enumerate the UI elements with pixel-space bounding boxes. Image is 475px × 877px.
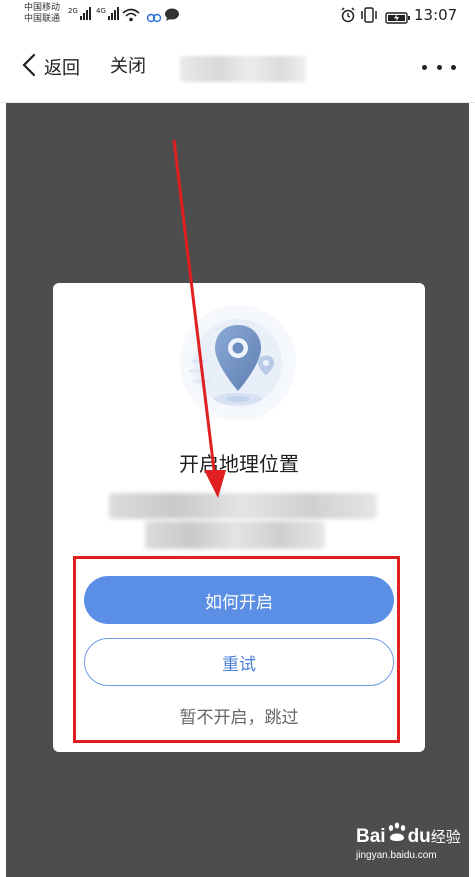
annotation-highlight-box [73, 556, 400, 743]
wifi-icon [122, 7, 140, 26]
back-button[interactable]: 返回 [22, 52, 80, 82]
watermark-label: 经验 [430, 828, 461, 846]
blurred-description-line-2 [145, 521, 325, 549]
carrier-1: 中国移动 [24, 3, 61, 13]
watermark-logo-text: Bai [356, 826, 386, 847]
close-button[interactable]: 关闭 [110, 52, 146, 82]
dialog-title: 开启地理位置 [179, 452, 299, 476]
back-label: 返回 [44, 58, 80, 79]
chat-bubble-icon [164, 7, 180, 26]
carrier-2: 中国联通 [24, 14, 61, 24]
watermark-logo-suffix: du [407, 826, 431, 847]
watermark-url: jingyan.baidu.com [356, 850, 437, 861]
paw-icon [386, 822, 408, 846]
cloud-icon [146, 8, 162, 27]
signal-icon: 2G [68, 7, 92, 20]
status-bar: 中国移动 中国联通 2G 4G 13:07 [0, 0, 475, 34]
right-edge [469, 103, 475, 877]
network-1-label: 2G [68, 7, 78, 15]
more-dots-icon[interactable] [422, 54, 456, 80]
signal-icon: 4G [96, 7, 120, 20]
vibrate-icon [360, 7, 378, 27]
baidu-jingyan-watermark: Bai du经验 jingyan.baidu.com [356, 822, 468, 867]
blurred-description-line-1 [109, 493, 377, 519]
nav-bar: 返回 关闭 [0, 34, 475, 103]
blurred-page-title [180, 56, 306, 82]
chevron-left-icon [22, 53, 36, 81]
location-pin-icon [171, 301, 306, 421]
battery-icon [385, 9, 411, 28]
network-2-label: 4G [96, 7, 106, 15]
carrier-labels: 中国移动 中国联通 [24, 3, 60, 25]
alarm-icon [340, 7, 356, 27]
status-time: 13:07 [414, 6, 458, 24]
